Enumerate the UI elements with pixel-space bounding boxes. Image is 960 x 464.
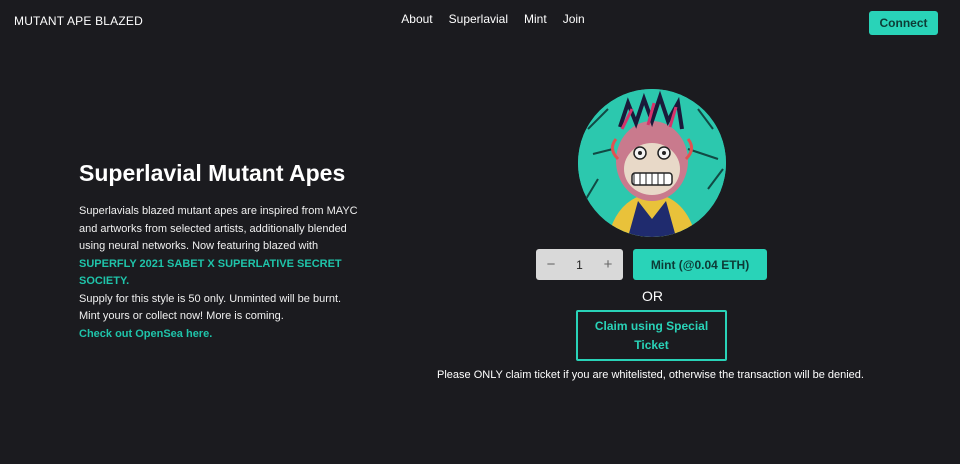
collab-highlight: SUPERFLY 2021 SABET X SUPERLATIVE SECRET… bbox=[79, 257, 342, 288]
connect-button[interactable]: Connect bbox=[869, 11, 938, 35]
claim-ticket-button[interactable]: Claim using Special Ticket bbox=[576, 310, 727, 361]
opensea-link[interactable]: Check out OpenSea here. bbox=[79, 328, 212, 340]
or-divider-text: OR bbox=[642, 288, 663, 304]
nav-about[interactable]: About bbox=[401, 12, 432, 26]
ape-nft-avatar-icon bbox=[578, 89, 726, 237]
page-title: Superlavial Mutant Apes bbox=[79, 160, 346, 186]
hero-description: Superlavials blazed mutant apes are insp… bbox=[79, 203, 369, 343]
description-text: Superlavials blazed mutant apes are insp… bbox=[79, 205, 358, 252]
main-nav: About Superlavial Mint Join bbox=[0, 12, 960, 26]
mint-button[interactable]: Mint (@0.04 ETH) bbox=[633, 249, 767, 280]
nav-join[interactable]: Join bbox=[563, 12, 585, 26]
increment-button[interactable]: + bbox=[601, 256, 615, 273]
nav-superlavial[interactable]: Superlavial bbox=[449, 12, 508, 26]
quantity-stepper: − 1 + bbox=[536, 249, 623, 280]
whitelist-note: Please ONLY claim ticket if you are whit… bbox=[437, 369, 864, 381]
supply-text: Supply for this style is 50 only. Unmint… bbox=[79, 292, 342, 305]
nav-mint[interactable]: Mint bbox=[524, 12, 547, 26]
decrement-button[interactable]: − bbox=[544, 256, 558, 273]
hero-section: Superlavial Mutant Apes Superlavials bla… bbox=[79, 160, 369, 343]
cta-text: Mint yours or collect now! More is comin… bbox=[79, 310, 284, 322]
quantity-value[interactable]: 1 bbox=[576, 258, 583, 272]
